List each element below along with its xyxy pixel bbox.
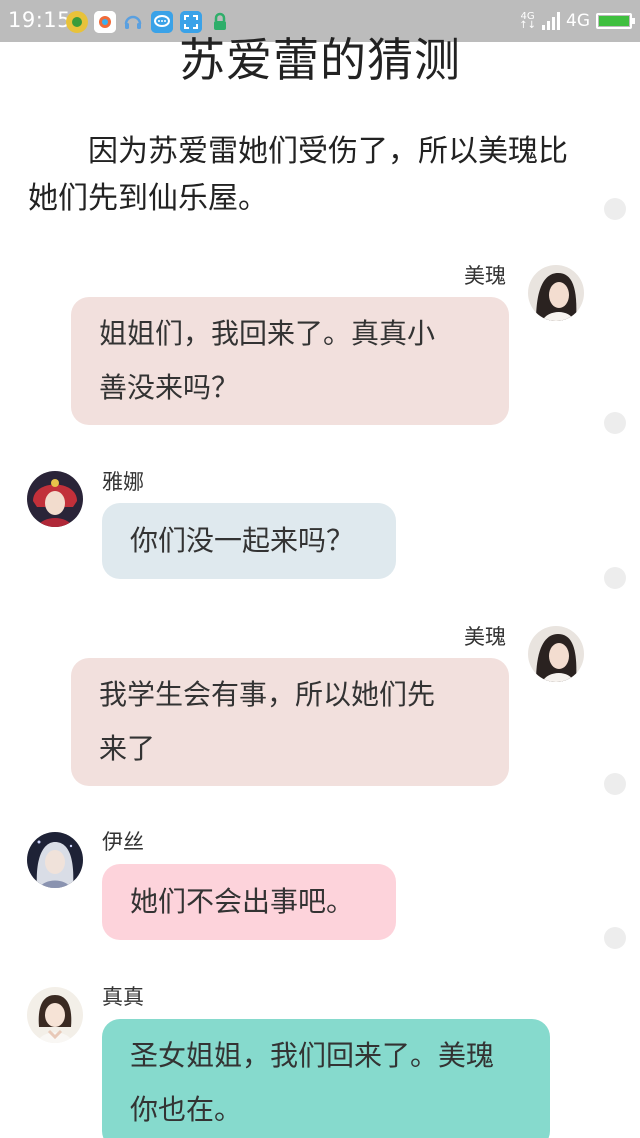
speaker-name: 真真 (102, 985, 144, 1009)
speaker-name: 伊丝 (102, 830, 144, 854)
avatar[interactable] (27, 471, 83, 527)
message-line: 我学生会有事，所以她们先 (99, 678, 436, 711)
speaker-name: 美瑰 (464, 264, 506, 288)
narration-paragraph: 因为苏爱雷她们受伤了，所以美瑰比她们先到仙乐屋。 (28, 134, 568, 216)
message-line: 善没来吗？ (99, 371, 240, 404)
message-line: 你也在。 (130, 1093, 243, 1126)
message-line: 她们不会出事吧。 (130, 885, 355, 918)
network-small-label: 4G (520, 11, 535, 22)
avatar[interactable] (27, 832, 83, 888)
message-bubble: 你们没一起来吗？ (102, 503, 396, 579)
message-bubble: 她们不会出事吧。 (102, 864, 396, 940)
message-bubble: 姐姐们，我回来了。真真小 善没来吗？ (71, 297, 509, 425)
avatar[interactable] (528, 626, 584, 682)
scroll-indicator-dot (604, 773, 626, 795)
scroll-indicator-dot (604, 412, 626, 434)
speaker-name: 雅娜 (102, 470, 144, 494)
avatar[interactable] (528, 265, 584, 321)
message-line: 你们没一起来吗？ (130, 524, 355, 557)
scroll-indicator-dot (604, 927, 626, 949)
message-line: 圣女姐姐，我们回来了。美瑰 (130, 1039, 495, 1072)
scroll-indicator-dot (604, 567, 626, 589)
scroll-indicator-dot (604, 198, 626, 220)
avatar[interactable] (27, 987, 83, 1043)
message-line: 来了 (99, 732, 156, 765)
message-bubble: 圣女姐姐，我们回来了。美瑰 你也在。 (102, 1019, 550, 1138)
speaker-name: 美瑰 (464, 625, 506, 649)
page-title: 苏爱蕾的猜测 (179, 33, 461, 87)
message-bubble: 我学生会有事，所以她们先 来了 (71, 658, 509, 786)
message-line: 姐姐们，我回来了。真真小 (99, 317, 436, 350)
